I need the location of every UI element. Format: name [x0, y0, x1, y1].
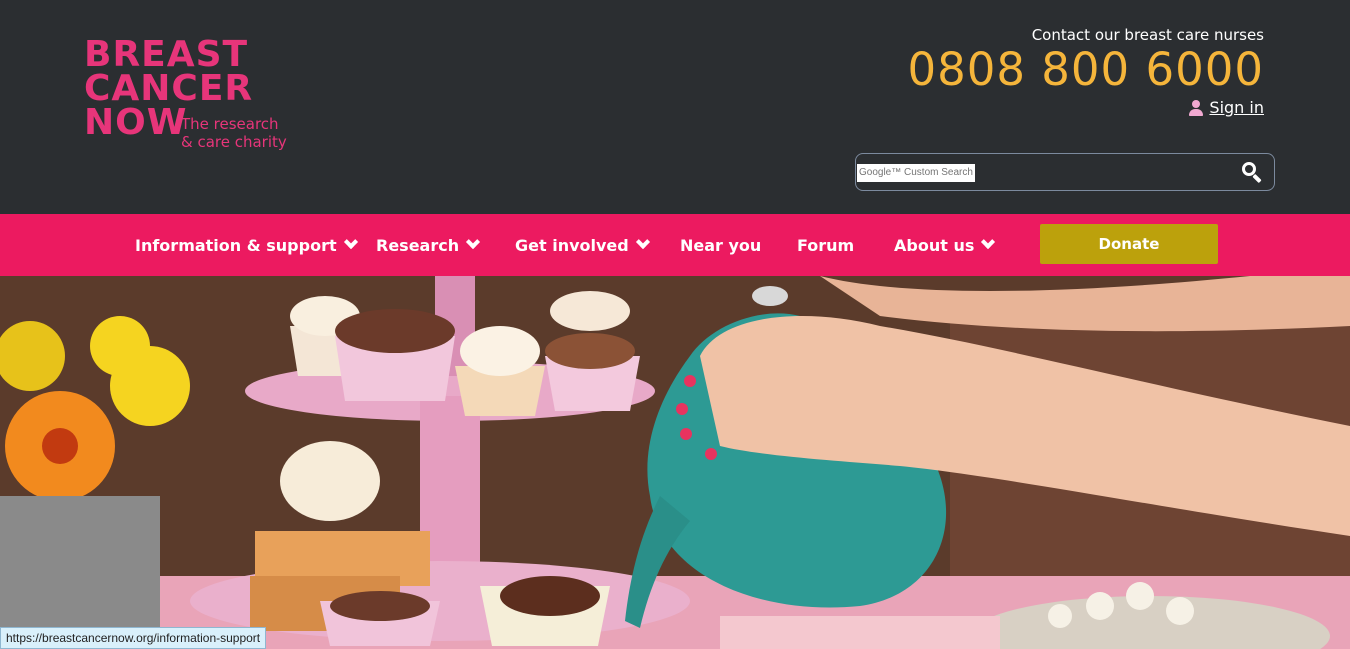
nav-item-label: Research	[376, 235, 460, 255]
chevron-down-icon	[466, 234, 481, 250]
user-icon	[1189, 99, 1204, 116]
logo-tagline: The research & care charity	[181, 115, 287, 151]
logo[interactable]: BREAST CANCER NOW The research & care ch…	[84, 34, 304, 153]
search-input[interactable]	[857, 164, 975, 182]
donate-button[interactable]: Donate	[1040, 224, 1218, 264]
nav-item-research[interactable]: Research	[376, 214, 481, 276]
logo-line: BREAST	[84, 34, 249, 75]
hero-illustration	[0, 276, 1350, 649]
nav-item-forum[interactable]: Forum	[797, 214, 854, 276]
phone-number[interactable]: 0808 800 6000	[907, 46, 1264, 94]
nav-item-label: Forum	[797, 235, 855, 255]
nav-item-label: About us	[894, 235, 975, 255]
nav-item-label: Get involved	[515, 235, 629, 255]
hero-image	[0, 276, 1350, 649]
logo-line: CANCER	[84, 68, 254, 109]
tagline-line: & care charity	[181, 133, 287, 151]
nav-item-information-support[interactable]: Information & support	[135, 214, 358, 276]
chevron-down-icon	[981, 234, 996, 250]
contact-label: Contact our breast care nurses	[1031, 26, 1264, 44]
search-icon-handle	[1252, 173, 1262, 184]
nav-item-near-you[interactable]: Near you	[680, 214, 761, 276]
search-box	[855, 153, 1275, 191]
chevron-down-icon	[343, 234, 358, 250]
search-button[interactable]	[1240, 160, 1264, 184]
nav-item-label: Near you	[680, 235, 762, 255]
tagline-line: The research	[181, 115, 279, 133]
site-header: BREAST CANCER NOW The research & care ch…	[0, 0, 1350, 214]
nav-item-get-involved[interactable]: Get involved	[515, 214, 650, 276]
contact-block: Contact our breast care nurses 0808 800 …	[907, 26, 1264, 94]
signin-link-wrap: Sign in	[1189, 98, 1264, 117]
nav-item-about-us[interactable]: About us	[894, 214, 996, 276]
signin-link[interactable]: Sign in	[1209, 98, 1264, 117]
nav-item-label: Information & support	[135, 235, 337, 255]
chevron-down-icon	[635, 234, 650, 250]
status-bar-url: https://breastcancernow.org/information-…	[0, 627, 267, 649]
